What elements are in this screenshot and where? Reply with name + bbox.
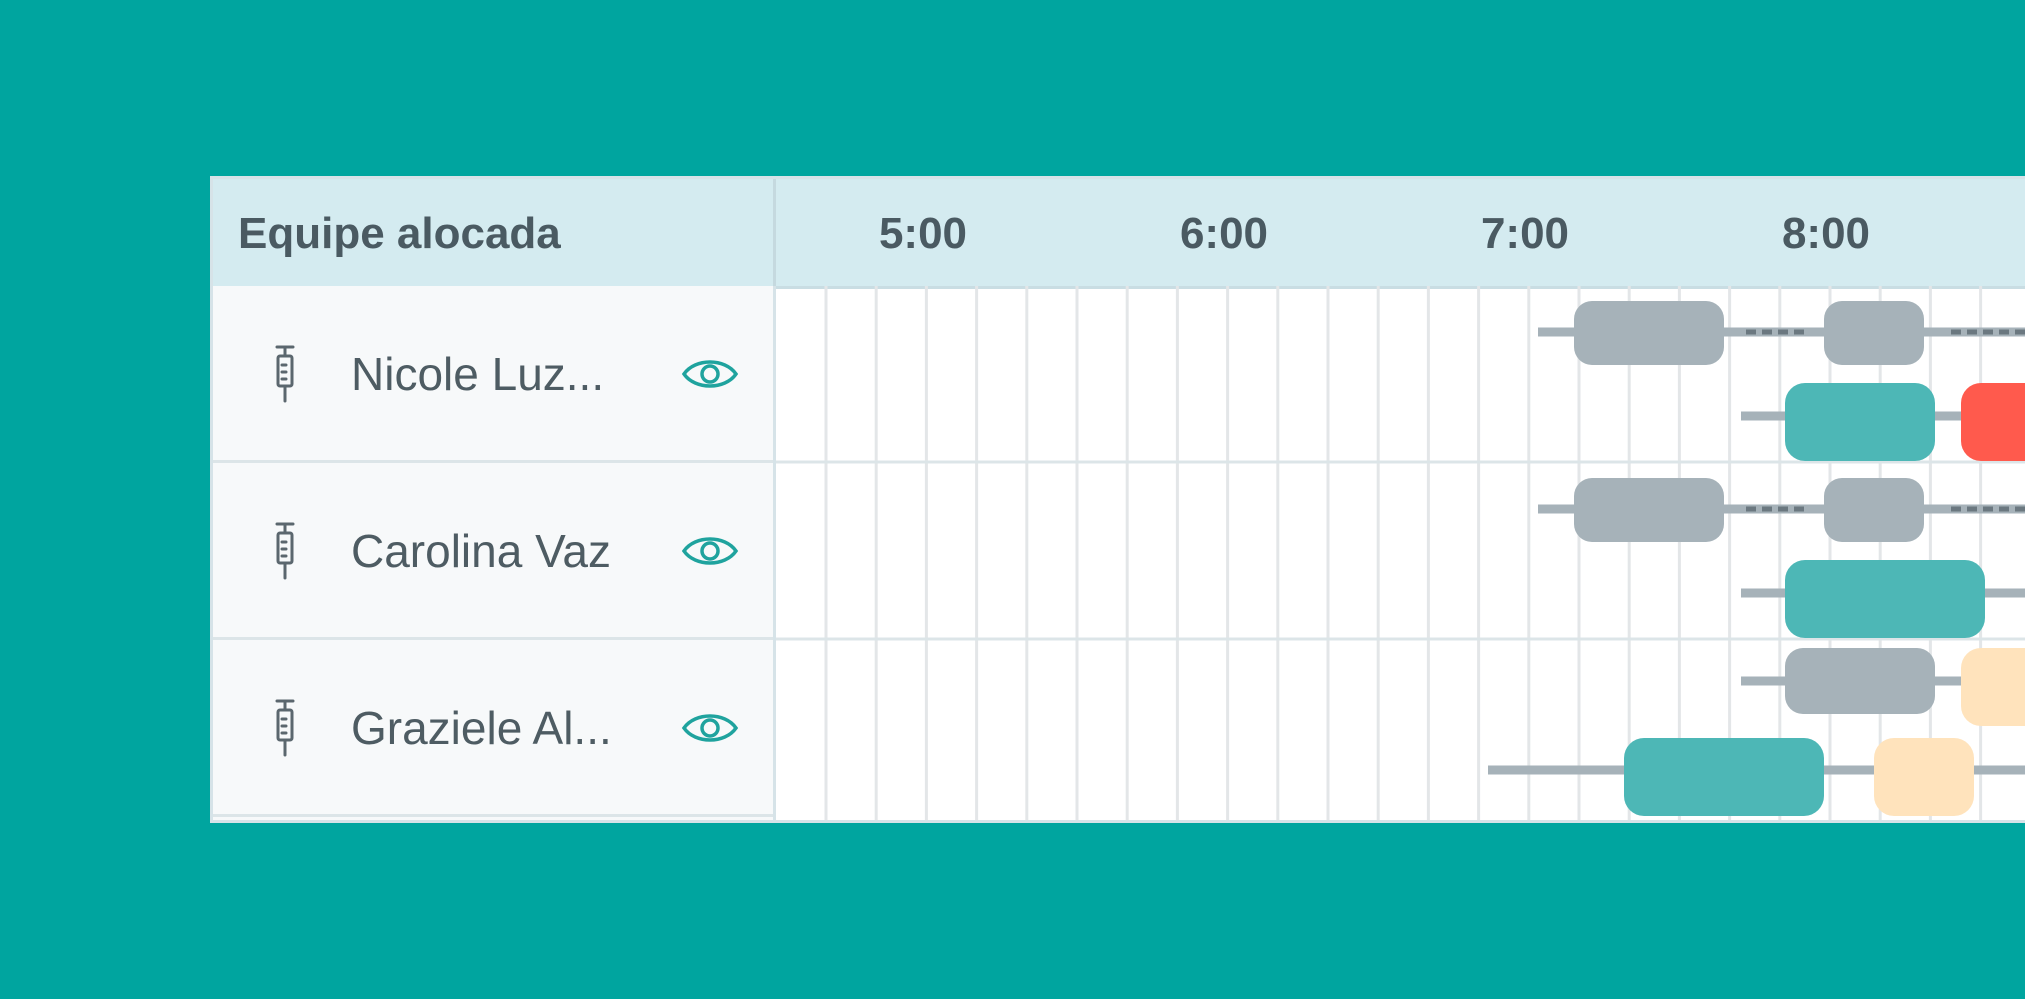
team-row[interactable]: Graziele Al... (213, 640, 773, 817)
syringe-icon (275, 345, 295, 403)
time-label-5: 5:00 (878, 209, 968, 258)
shift-block[interactable] (1961, 383, 2025, 461)
shift-block[interactable] (1574, 301, 1724, 365)
header-divider (773, 179, 776, 286)
eye-icon[interactable] (681, 531, 739, 571)
team-member-name: Nicole Luz... (351, 348, 605, 400)
timeline-row (1488, 648, 2025, 816)
time-label-7: 7:00 (1480, 209, 1570, 258)
schedule-header: Equipe alocada 5:00 6:00 7:00 8:00 (213, 179, 2025, 289)
shift-block[interactable] (1824, 301, 1924, 365)
shift-block[interactable] (1874, 738, 1974, 816)
team-column: Nicole Luz... Carolina Vaz Graziele Al..… (213, 286, 776, 820)
time-label-8: 8:00 (1781, 209, 1871, 258)
eye-icon[interactable] (681, 354, 739, 394)
shift-block[interactable] (1961, 648, 2025, 726)
shift-block[interactable] (1624, 738, 1824, 816)
team-row[interactable]: Carolina Vaz (213, 463, 773, 640)
syringe-icon (275, 699, 295, 757)
timeline-grid (776, 286, 2025, 820)
timeline-row (1538, 478, 2025, 638)
schedule-panel: Equipe alocada 5:00 6:00 7:00 8:00 Nicol… (210, 176, 2025, 823)
shift-block[interactable] (1824, 478, 1924, 542)
shift-block[interactable] (1785, 383, 1935, 461)
timeline-canvas (776, 286, 2025, 820)
time-label-6: 6:00 (1179, 209, 1269, 258)
timeline-row (1538, 301, 2025, 461)
shift-block[interactable] (1785, 560, 1985, 638)
eye-icon[interactable] (681, 708, 739, 748)
team-column-title: Equipe alocada (238, 209, 561, 258)
shift-block[interactable] (1785, 648, 1935, 714)
team-member-name: Graziele Al... (351, 702, 612, 754)
syringe-icon (275, 522, 295, 580)
shift-block[interactable] (1574, 478, 1724, 542)
team-member-name: Carolina Vaz (351, 525, 611, 577)
team-row[interactable]: Nicole Luz... (213, 286, 773, 463)
